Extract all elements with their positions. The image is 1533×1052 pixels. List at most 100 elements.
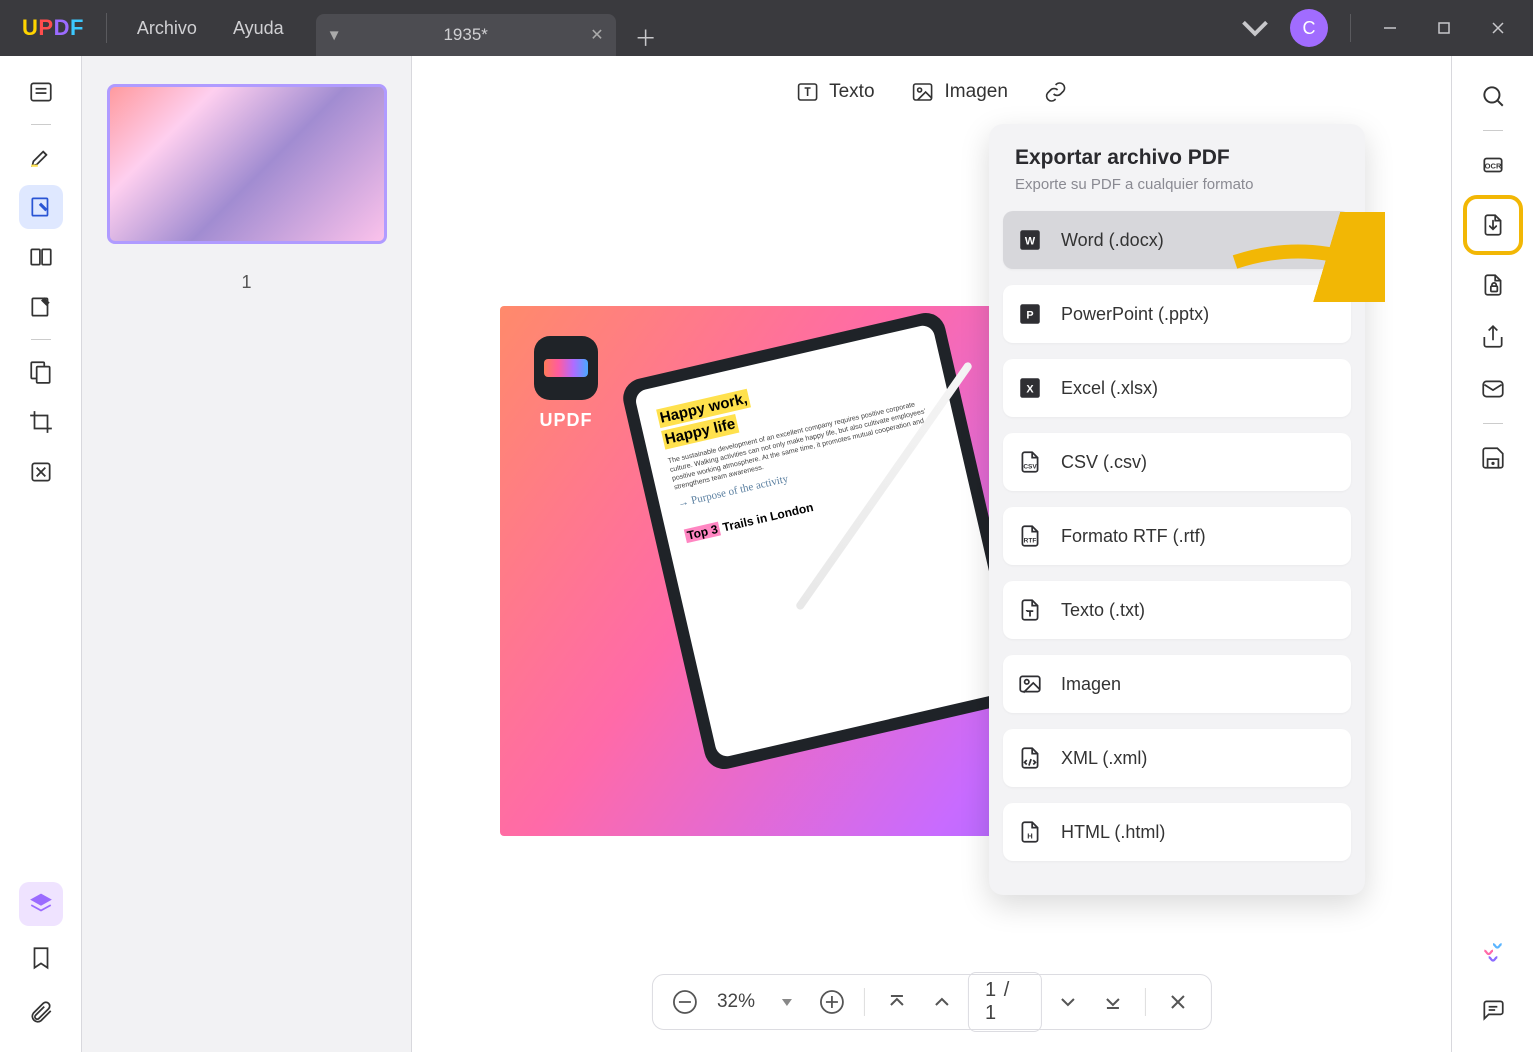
window-minimize-button[interactable] <box>1365 0 1415 56</box>
ai-assistant-button[interactable] <box>1471 932 1515 976</box>
export-option-rtf[interactable]: RTF Formato RTF (.rtf) <box>1003 507 1351 565</box>
edit-link-button[interactable] <box>1044 80 1068 104</box>
svg-text:H: H <box>1027 832 1032 841</box>
close-tab-button[interactable]: ✕ <box>590 25 603 45</box>
separator <box>1483 423 1503 424</box>
title-bar: UPDF Archivo Ayuda ▾ 1935* ✕ ＋ C <box>0 0 1533 56</box>
export-option-label: Texto (.txt) <box>1061 600 1145 621</box>
export-title: Exportar archivo PDF <box>1003 146 1351 176</box>
export-option-word[interactable]: W Word (.docx) <box>1003 211 1351 269</box>
svg-text:W: W <box>1025 235 1036 247</box>
zoom-out-button[interactable] <box>666 982 703 1022</box>
export-option-label: PowerPoint (.pptx) <box>1061 304 1209 325</box>
export-option-label: Formato RTF (.rtf) <box>1061 526 1206 547</box>
left-tool-rail <box>0 56 82 1052</box>
powerpoint-file-icon: P <box>1017 301 1043 327</box>
separator <box>31 339 51 340</box>
tab-marker-icon: ▾ <box>330 25 339 46</box>
text-file-icon <box>1017 597 1043 623</box>
crop-tool-button[interactable] <box>19 400 63 444</box>
export-option-excel[interactable]: X Excel (.xlsx) <box>1003 359 1351 417</box>
page-nav-bar: 32% 1 / 1 <box>651 974 1211 1030</box>
highlighter-tool-button[interactable] <box>19 135 63 179</box>
tab-bar: ▾ 1935* ✕ ＋ <box>316 0 666 56</box>
document-tab[interactable]: ▾ 1935* ✕ <box>316 14 616 56</box>
svg-text:RTF: RTF <box>1024 538 1037 545</box>
reader-mode-button[interactable] <box>19 70 63 114</box>
export-option-label: HTML (.html) <box>1061 822 1165 843</box>
user-avatar[interactable]: C <box>1290 9 1328 47</box>
separator <box>31 124 51 125</box>
edit-toolbar: Texto Imagen <box>795 80 1068 104</box>
window-close-button[interactable] <box>1473 0 1523 56</box>
html-file-icon: H <box>1017 819 1043 845</box>
tab-title: 1935* <box>443 25 487 45</box>
export-option-powerpoint[interactable]: P PowerPoint (.pptx) <box>1003 285 1351 343</box>
close-nav-button[interactable] <box>1160 982 1197 1022</box>
save-button[interactable] <box>1471 436 1515 480</box>
layers-button[interactable] <box>19 882 63 926</box>
zoom-level: 32% <box>711 991 761 1013</box>
decor-tablet-icon: Happy work, Happy life The sustainable d… <box>619 309 1031 773</box>
export-option-label: XML (.xml) <box>1061 748 1147 769</box>
excel-file-icon: X <box>1017 375 1043 401</box>
redact-tool-button[interactable] <box>19 450 63 494</box>
xml-file-icon <box>1017 745 1043 771</box>
separator <box>864 988 865 1016</box>
thumbnail-panel: 1 <box>82 56 412 1052</box>
csv-file-icon: CSV <box>1017 449 1043 475</box>
app-logo: UPDF <box>0 15 106 41</box>
zoom-dropdown-button[interactable] <box>769 982 806 1022</box>
page-thumbnail[interactable] <box>107 84 387 244</box>
form-tool-button[interactable] <box>19 285 63 329</box>
separator <box>1145 988 1146 1016</box>
brand-badge: UPDF <box>534 336 598 431</box>
chevron-down-icon[interactable] <box>1232 5 1278 51</box>
zoom-in-button[interactable] <box>814 982 851 1022</box>
export-option-text[interactable]: Texto (.txt) <box>1003 581 1351 639</box>
export-button[interactable] <box>1471 203 1515 247</box>
edit-tool-button[interactable] <box>19 185 63 229</box>
image-file-icon <box>1017 671 1043 697</box>
bookmark-button[interactable] <box>19 936 63 980</box>
prev-page-button[interactable] <box>923 982 960 1022</box>
export-option-html[interactable]: H HTML (.html) <box>1003 803 1351 861</box>
attachment-button[interactable] <box>19 990 63 1034</box>
export-button-highlight <box>1463 195 1523 255</box>
new-tab-button[interactable]: ＋ <box>626 18 666 56</box>
edit-image-button[interactable]: Imagen <box>911 80 1008 104</box>
separator <box>1483 130 1503 131</box>
edit-text-button[interactable]: Texto <box>795 80 874 104</box>
menu-help[interactable]: Ayuda <box>215 18 302 39</box>
next-page-button[interactable] <box>1050 982 1087 1022</box>
canvas-area: Texto Imagen UPDF Happy work, Happy life… <box>412 56 1451 1052</box>
last-page-button[interactable] <box>1095 982 1132 1022</box>
edit-image-label: Imagen <box>945 81 1008 103</box>
right-tool-rail: OCR <box>1451 56 1533 1052</box>
compare-tool-button[interactable] <box>19 235 63 279</box>
email-button[interactable] <box>1471 367 1515 411</box>
organize-pages-button[interactable] <box>19 350 63 394</box>
svg-text:P: P <box>1026 309 1033 321</box>
export-option-image[interactable]: Imagen <box>1003 655 1351 713</box>
word-file-icon: W <box>1017 227 1043 253</box>
share-button[interactable] <box>1471 315 1515 359</box>
edit-text-label: Texto <box>829 81 874 103</box>
svg-text:OCR: OCR <box>1484 161 1501 170</box>
export-option-label: Word (.docx) <box>1061 230 1164 251</box>
svg-text:X: X <box>1026 383 1034 395</box>
menu-file[interactable]: Archivo <box>119 18 215 39</box>
thumbnail-page-number: 1 <box>96 272 397 293</box>
export-subtitle: Exporte su PDF a cualquier formato <box>1003 176 1351 211</box>
page-indicator[interactable]: 1 / 1 <box>968 972 1042 1032</box>
ocr-button[interactable]: OCR <box>1471 143 1515 187</box>
export-option-xml[interactable]: XML (.xml) <box>1003 729 1351 787</box>
comments-button[interactable] <box>1471 988 1515 1032</box>
export-option-csv[interactable]: CSV CSV (.csv) <box>1003 433 1351 491</box>
window-maximize-button[interactable] <box>1419 0 1469 56</box>
search-button[interactable] <box>1471 74 1515 118</box>
protect-button[interactable] <box>1471 263 1515 307</box>
divider <box>106 13 107 43</box>
export-option-label: Excel (.xlsx) <box>1061 378 1158 399</box>
first-page-button[interactable] <box>879 982 916 1022</box>
